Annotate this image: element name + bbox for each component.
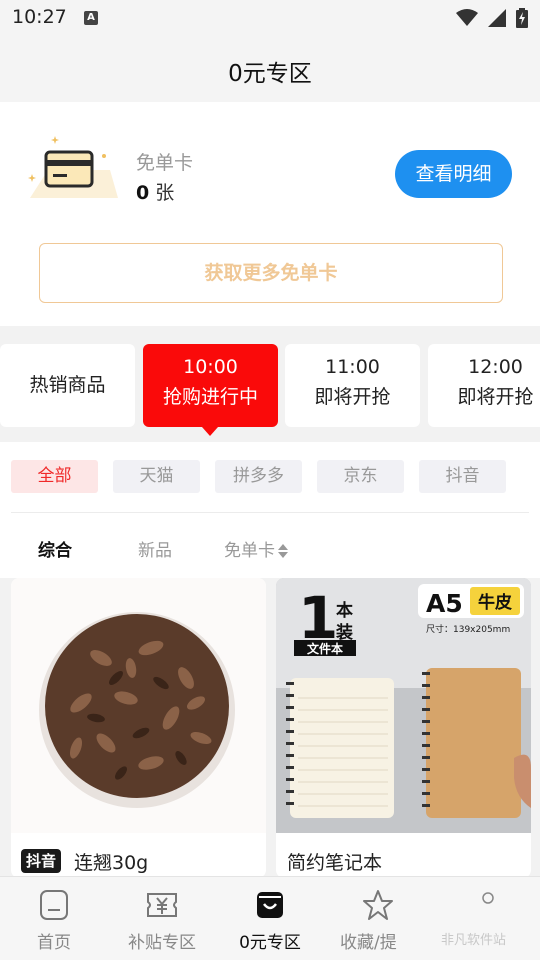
- notification-icon: A: [84, 11, 98, 25]
- notebook-dims: 尺寸：139x205mm: [426, 623, 510, 635]
- get-more-cards-button[interactable]: 获取更多免单卡: [39, 243, 503, 303]
- sort-comprehensive[interactable]: 综合: [38, 536, 72, 561]
- filter-section: 全部 天猫 拼多多 京东 抖音 综合 新品 免单卡: [0, 442, 540, 578]
- product-info: 抖音 连翘30g: [11, 840, 266, 876]
- status-time: 10:27: [12, 6, 67, 28]
- wifi-icon: [456, 9, 478, 26]
- notebook-material: 牛皮: [478, 592, 512, 613]
- platform-tab-tmall[interactable]: 天猫: [113, 460, 200, 493]
- product-card[interactable]: 1 本 装 文件本 A5 牛皮 尺寸：139x205mm 简约笔记本: [276, 578, 531, 878]
- sort-free-card-label: 免单卡: [224, 541, 275, 561]
- battery-icon: [516, 8, 528, 28]
- status-icons: [456, 8, 528, 28]
- nav-zero-yuan[interactable]: 0元专区: [216, 877, 324, 960]
- card-count-row: 0 张: [136, 178, 174, 205]
- slot-10-00[interactable]: 10:00 抢购进行中: [143, 344, 278, 427]
- platform-tab-pinduoduo[interactable]: 拼多多: [215, 460, 302, 493]
- nav-subsidy[interactable]: 补贴专区: [108, 877, 216, 960]
- active-slot-indicator: [202, 427, 218, 436]
- notebook-ben: 本: [336, 600, 353, 621]
- header: 0元专区: [0, 36, 540, 102]
- dot-icon: [482, 892, 494, 904]
- slot-status: 抢购进行中: [162, 386, 258, 408]
- nav-home-label: 首页: [37, 933, 71, 953]
- nav-favorites[interactable]: 收藏/提: [324, 877, 432, 960]
- platform-tab-douyin[interactable]: 抖音: [419, 460, 506, 493]
- bottom-nav: 首页 补贴专区 0元专区 收藏/提 非凡软件站: [0, 876, 540, 960]
- star-icon: [363, 890, 393, 920]
- notebook-size: A5: [426, 589, 463, 618]
- card-count: 0: [136, 182, 150, 204]
- product-card[interactable]: 抖音 连翘30g: [11, 578, 266, 878]
- sort-free-card[interactable]: 免单卡: [224, 536, 288, 561]
- nav-subsidy-label: 补贴专区: [128, 933, 196, 953]
- time-slot-tabs: 热销商品 10:00 抢购进行中 11:00 即将开抢 12:00 即将开抢: [0, 344, 540, 444]
- platform-tab-all[interactable]: 全部: [11, 460, 98, 493]
- nav-zero-yuan-label: 0元专区: [239, 933, 301, 953]
- signal-icon: [488, 9, 506, 27]
- home-icon: [40, 890, 68, 920]
- bag-icon: [257, 892, 283, 918]
- card-icon: [28, 136, 118, 198]
- sort-arrows-icon: [278, 544, 288, 558]
- product-title: 连翘30g: [74, 852, 149, 874]
- product-image: 1 本 装 文件本 A5 牛皮 尺寸：139x205mm: [276, 578, 531, 833]
- slot-status: 即将开抢: [314, 386, 391, 408]
- card-count-unit: 张: [155, 182, 175, 204]
- sort-new[interactable]: 新品: [138, 536, 172, 561]
- slot-12-00[interactable]: 12:00 即将开抢: [428, 344, 540, 427]
- subsidy-icon: [147, 893, 177, 917]
- notebook-zhuang: 装: [335, 622, 353, 643]
- slot-time: 11:00: [325, 356, 380, 378]
- slot-time: 10:00: [183, 356, 238, 378]
- product-info: 简约笔记本: [276, 840, 531, 876]
- nav-home[interactable]: 首页: [0, 877, 108, 960]
- slot-time: 12:00: [468, 356, 523, 378]
- free-card-section: 免单卡 0 张 查看明细 获取更多免单卡: [0, 102, 540, 326]
- platform-tab-jd[interactable]: 京东: [317, 460, 404, 493]
- watermark: 非凡软件站: [440, 933, 506, 948]
- slot-status: 即将开抢: [457, 386, 534, 408]
- notebook-label: 文件本: [307, 641, 343, 656]
- slot-hot-items[interactable]: 热销商品: [0, 344, 135, 427]
- page-title: 0元专区: [228, 61, 312, 87]
- douyin-tag: 抖音: [21, 849, 62, 873]
- status-bar: 10:27 A: [0, 0, 540, 36]
- product-title: 简约笔记本: [287, 852, 383, 874]
- card-name: 免单卡: [136, 152, 194, 174]
- divider: [11, 512, 529, 513]
- product-image: [11, 578, 266, 833]
- view-detail-button[interactable]: 查看明细: [395, 150, 512, 198]
- nav-favorites-label: 收藏/提: [340, 933, 397, 953]
- slot-11-00[interactable]: 11:00 即将开抢: [285, 344, 420, 427]
